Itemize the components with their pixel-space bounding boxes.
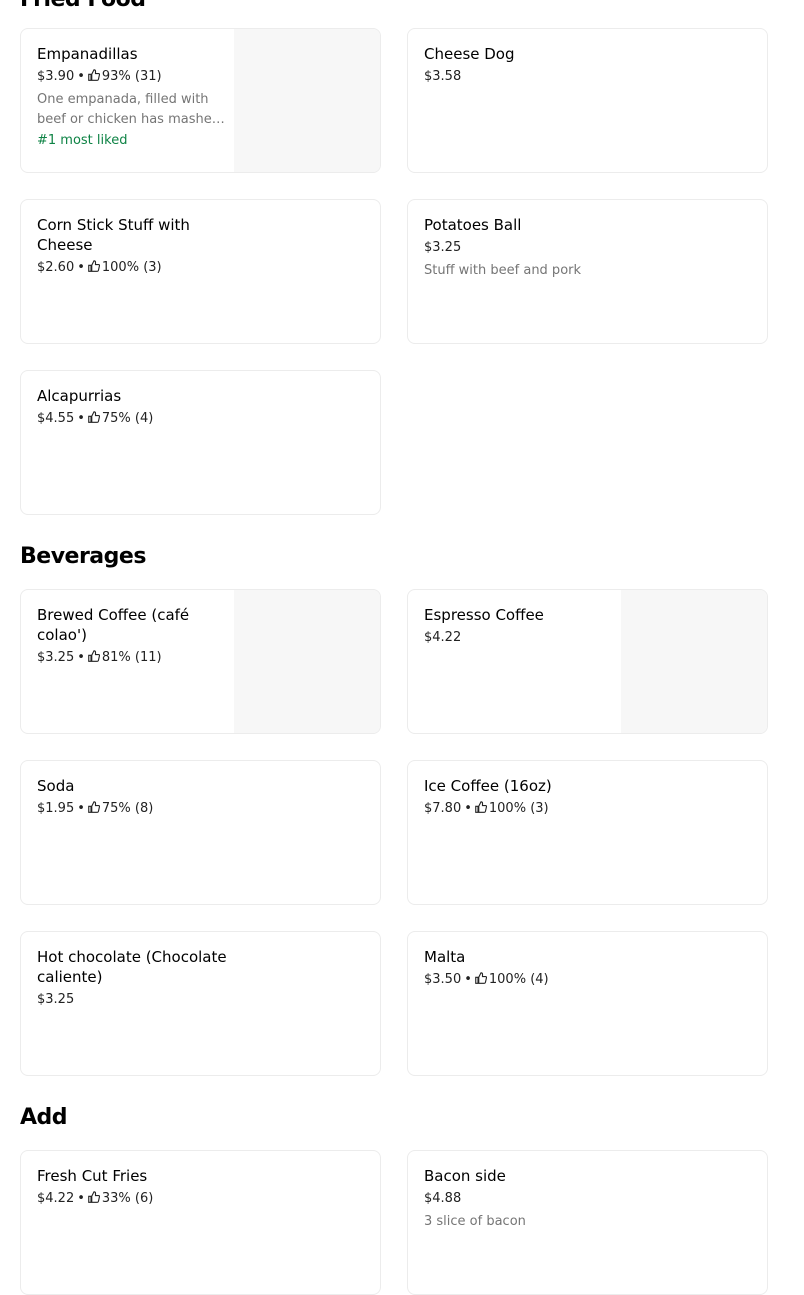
item-name: Bacon side (424, 1167, 506, 1185)
item-name: Empanadillas (37, 45, 138, 63)
item-rating: 100% (4) (488, 972, 549, 987)
separator: • (77, 411, 85, 426)
item-rating: 75% (4) (101, 411, 154, 426)
separator: • (77, 801, 85, 816)
menu-item-card-fresh-cut-fries[interactable]: Fresh Cut Fries $4.22 • 33% (6) (20, 1150, 381, 1295)
separator: • (77, 1191, 85, 1206)
item-meta: $4.22 • 33% (6) (37, 1190, 232, 1208)
item-rating: 75% (8) (101, 801, 154, 816)
item-name: Soda (37, 777, 75, 795)
item-name: Fresh Cut Fries (37, 1167, 148, 1185)
item-price: $3.50 (424, 972, 462, 987)
item-meta: $4.55 • 75% (4) (37, 410, 232, 428)
menu-item-card-corn-stick[interactable]: Corn Stick Stuff with Cheese $2.60 • 100% … (20, 199, 381, 344)
separator: • (77, 69, 85, 84)
thumbs-up-icon (475, 972, 487, 984)
item-rating: 33% (6) (101, 1191, 154, 1206)
item-price: $4.55 (37, 411, 75, 426)
menu-item-card-alcapurrias[interactable]: Alcapurrias $4.55 • 75% (4) (20, 370, 381, 515)
item-name: Espresso Coffee (424, 606, 544, 624)
item-name: Potatoes Ball (424, 216, 522, 234)
section-title-beverages: Beverages (20, 544, 146, 569)
item-description: Stuff with beef and pork (424, 263, 582, 278)
menu-item-card-espresso-coffee[interactable]: Espresso Coffee $4.22 (407, 589, 768, 734)
menu-item-card-malta[interactable]: Malta $3.50 • 100% (4) (407, 931, 768, 1076)
item-name: Corn Stick Stuff with Cheese (37, 216, 190, 254)
item-meta: $3.50 • 100% (4) (424, 971, 619, 989)
menu-item-card-hot-chocolate[interactable]: Hot chocolate (Chocolate caliente) $3.25 (20, 931, 381, 1076)
item-rating: 81% (11) (101, 650, 162, 665)
menu-item-card-soda[interactable]: Soda $1.95 • 75% (8) (20, 760, 381, 905)
item-rating: 100% (3) (101, 260, 162, 275)
item-price: $3.25 (37, 992, 75, 1007)
separator: • (77, 260, 85, 275)
separator: • (464, 972, 472, 987)
item-price: $3.25 (424, 240, 462, 255)
section-title-add: Add (20, 1105, 68, 1130)
item-meta: $3.58 (424, 68, 619, 86)
separator: • (464, 801, 472, 816)
item-price: $2.60 (37, 260, 75, 275)
item-price: $4.22 (37, 1191, 75, 1206)
item-image (621, 590, 767, 733)
thumbs-up-icon (88, 801, 100, 813)
item-name: Cheese Dog (424, 45, 515, 63)
thumbs-up-icon (475, 801, 487, 813)
section-title-fried-food: Fried Food (20, 0, 146, 14)
menu-item-card-bacon-side[interactable]: Bacon side $4.88 3 slice of bacon (407, 1150, 768, 1295)
item-name: Alcapurrias (37, 387, 122, 405)
menu-item-card-empanadillas[interactable]: Empanadillas $3.90 • 93% (31) One empanada… (20, 28, 381, 173)
item-image (234, 590, 380, 733)
item-meta: $3.25 (37, 991, 232, 1009)
menu-item-card-cheese-dog[interactable]: Cheese Dog $3.58 (407, 28, 768, 173)
most-liked-badge: #1 most liked (37, 133, 128, 148)
item-meta: $3.90 • 93% (31) (37, 68, 232, 86)
item-name: Ice Coffee (16oz) (424, 777, 552, 795)
item-meta: $3.25 (424, 239, 619, 257)
item-rating: 100% (3) (488, 801, 549, 816)
item-meta: $7.80 • 100% (3) (424, 800, 619, 818)
item-meta: $3.25 • 81% (11) (37, 649, 232, 667)
item-price: $4.22 (424, 630, 462, 645)
item-meta: $4.22 (424, 629, 619, 647)
item-price: $1.95 (37, 801, 75, 816)
item-price: $3.25 (37, 650, 75, 665)
menu-item-card-potatoes-ball[interactable]: Potatoes Ball $3.25 Stuff with beef and … (407, 199, 768, 344)
thumbs-up-icon (88, 1191, 100, 1203)
item-image (234, 29, 380, 172)
thumbs-up-icon (88, 411, 100, 423)
item-price: $4.88 (424, 1191, 462, 1206)
item-price: $3.90 (37, 69, 75, 84)
item-price: $7.80 (424, 801, 462, 816)
item-rating: 93% (31) (101, 69, 162, 84)
separator: • (77, 650, 85, 665)
thumbs-up-icon (88, 260, 100, 272)
item-name: Hot chocolate (Chocolate caliente) (37, 948, 227, 986)
menu-item-card-brewed-coffee[interactable]: Brewed Coffee (café colao') $3.25 • 81% (1… (20, 589, 381, 734)
item-meta: $4.88 (424, 1190, 619, 1208)
item-name: Malta (424, 948, 466, 966)
thumbs-up-icon (88, 650, 100, 662)
item-description: One empanada, filled with beef or chicke… (37, 92, 220, 127)
item-price: $3.58 (424, 69, 462, 84)
item-meta: $1.95 • 75% (8) (37, 800, 232, 818)
item-meta: $2.60 • 100% (3) (37, 259, 232, 277)
item-name: Brewed Coffee (café colao') (37, 606, 190, 644)
thumbs-up-icon (88, 69, 100, 81)
menu-item-card-ice-coffee[interactable]: Ice Coffee (16oz) $7.80 • 100% (3) (407, 760, 768, 905)
item-description: 3 slice of bacon (424, 1214, 526, 1229)
